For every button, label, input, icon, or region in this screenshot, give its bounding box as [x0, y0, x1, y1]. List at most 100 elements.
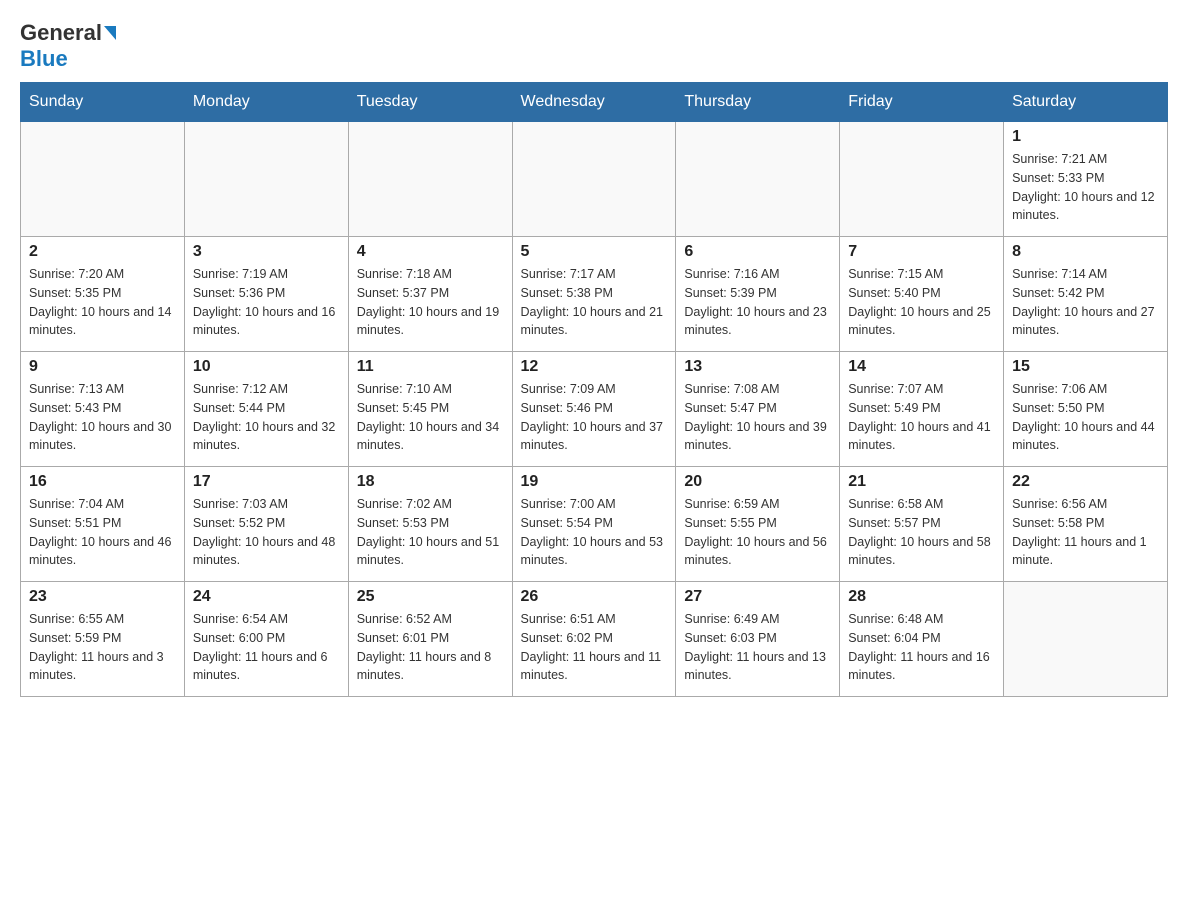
calendar-cell: 4 Sunrise: 7:18 AMSunset: 5:37 PMDaylight… [348, 237, 512, 352]
week-row-2: 2 Sunrise: 7:20 AMSunset: 5:35 PMDaylight… [21, 237, 1168, 352]
day-info: Sunrise: 7:04 AMSunset: 5:51 PMDaylight:… [29, 495, 176, 570]
day-number: 27 [684, 588, 831, 606]
calendar-header-row: SundayMondayTuesdayWednesdayThursdayFrid… [21, 83, 1168, 122]
column-header-friday: Friday [840, 83, 1004, 122]
logo-general: General [20, 20, 102, 46]
calendar-cell: 13Sunrise: 7:08 AMSunset: 5:47 PMDayligh… [676, 352, 840, 467]
calendar-cell: 24 Sunrise: 6:54 AMSunset: 6:00 PMDayligh… [184, 582, 348, 697]
calendar-cell: 21 Sunrise: 6:58 AMSunset: 5:57 PMDayligh… [840, 467, 1004, 582]
day-info: Sunrise: 7:15 AMSunset: 5:40 PMDaylight:… [848, 265, 995, 340]
day-number: 20 [684, 473, 831, 491]
calendar-cell: 2 Sunrise: 7:20 AMSunset: 5:35 PMDaylight… [21, 237, 185, 352]
calendar-cell: 25 Sunrise: 6:52 AMSunset: 6:01 PMDayligh… [348, 582, 512, 697]
day-number: 1 [1012, 128, 1159, 146]
calendar-cell: 11 Sunrise: 7:10 AMSunset: 5:45 PMDayligh… [348, 352, 512, 467]
day-number: 7 [848, 243, 995, 261]
day-info: Sunrise: 7:06 AMSunset: 5:50 PMDaylight:… [1012, 380, 1159, 455]
day-info: Sunrise: 7:20 AMSunset: 5:35 PMDaylight:… [29, 265, 176, 340]
day-info: Sunrise: 7:00 AMSunset: 5:54 PMDaylight:… [521, 495, 668, 570]
day-number: 15 [1012, 358, 1159, 376]
calendar-table: SundayMondayTuesdayWednesdayThursdayFrid… [20, 82, 1168, 697]
column-header-monday: Monday [184, 83, 348, 122]
day-info: Sunrise: 6:48 AMSunset: 6:04 PMDaylight:… [848, 610, 995, 685]
calendar-cell [184, 122, 348, 237]
day-info: Sunrise: 7:19 AMSunset: 5:36 PMDaylight:… [193, 265, 340, 340]
logo-arrow-icon [104, 26, 116, 40]
day-number: 28 [848, 588, 995, 606]
calendar-cell: 28 Sunrise: 6:48 AMSunset: 6:04 PMDayligh… [840, 582, 1004, 697]
week-row-5: 23 Sunrise: 6:55 AMSunset: 5:59 PMDayligh… [21, 582, 1168, 697]
calendar-cell: 27Sunrise: 6:49 AMSunset: 6:03 PMDayligh… [676, 582, 840, 697]
day-number: 23 [29, 588, 176, 606]
week-row-3: 9 Sunrise: 7:13 AMSunset: 5:43 PMDaylight… [21, 352, 1168, 467]
day-number: 9 [29, 358, 176, 376]
day-info: Sunrise: 7:02 AMSunset: 5:53 PMDaylight:… [357, 495, 504, 570]
day-info: Sunrise: 7:21 AMSunset: 5:33 PMDaylight:… [1012, 150, 1159, 225]
day-number: 21 [848, 473, 995, 491]
calendar-cell: 18Sunrise: 7:02 AMSunset: 5:53 PMDayligh… [348, 467, 512, 582]
day-number: 5 [521, 243, 668, 261]
calendar-cell [348, 122, 512, 237]
day-number: 3 [193, 243, 340, 261]
day-number: 2 [29, 243, 176, 261]
day-number: 8 [1012, 243, 1159, 261]
logo: General Blue [20, 20, 116, 72]
calendar-cell [1004, 582, 1168, 697]
calendar-cell: 3 Sunrise: 7:19 AMSunset: 5:36 PMDaylight… [184, 237, 348, 352]
day-number: 14 [848, 358, 995, 376]
day-number: 10 [193, 358, 340, 376]
calendar-cell [21, 122, 185, 237]
day-number: 12 [521, 358, 668, 376]
calendar-cell: 8Sunrise: 7:14 AMSunset: 5:42 PMDaylight… [1004, 237, 1168, 352]
calendar-cell: 20 Sunrise: 6:59 AMSunset: 5:55 PMDayligh… [676, 467, 840, 582]
page-header: General Blue [20, 20, 1168, 72]
day-number: 13 [684, 358, 831, 376]
day-info: Sunrise: 6:59 AMSunset: 5:55 PMDaylight:… [684, 495, 831, 570]
day-info: Sunrise: 7:18 AMSunset: 5:37 PMDaylight:… [357, 265, 504, 340]
column-header-thursday: Thursday [676, 83, 840, 122]
calendar-cell: 9 Sunrise: 7:13 AMSunset: 5:43 PMDaylight… [21, 352, 185, 467]
day-number: 26 [521, 588, 668, 606]
day-number: 24 [193, 588, 340, 606]
calendar-cell: 12Sunrise: 7:09 AMSunset: 5:46 PMDayligh… [512, 352, 676, 467]
calendar-cell: 17Sunrise: 7:03 AMSunset: 5:52 PMDayligh… [184, 467, 348, 582]
day-number: 11 [357, 358, 504, 376]
day-info: Sunrise: 6:51 AMSunset: 6:02 PMDaylight:… [521, 610, 668, 685]
day-number: 22 [1012, 473, 1159, 491]
calendar-cell [512, 122, 676, 237]
calendar-cell [676, 122, 840, 237]
day-info: Sunrise: 7:07 AMSunset: 5:49 PMDaylight:… [848, 380, 995, 455]
day-info: Sunrise: 6:58 AMSunset: 5:57 PMDaylight:… [848, 495, 995, 570]
day-info: Sunrise: 6:52 AMSunset: 6:01 PMDaylight:… [357, 610, 504, 685]
day-number: 19 [521, 473, 668, 491]
logo-blue: Blue [20, 46, 68, 72]
day-number: 25 [357, 588, 504, 606]
calendar-cell: 16Sunrise: 7:04 AMSunset: 5:51 PMDayligh… [21, 467, 185, 582]
column-header-saturday: Saturday [1004, 83, 1168, 122]
calendar-cell: 1 Sunrise: 7:21 AMSunset: 5:33 PMDaylight… [1004, 122, 1168, 237]
calendar-cell: 19 Sunrise: 7:00 AMSunset: 5:54 PMDayligh… [512, 467, 676, 582]
week-row-4: 16Sunrise: 7:04 AMSunset: 5:51 PMDayligh… [21, 467, 1168, 582]
week-row-1: 1 Sunrise: 7:21 AMSunset: 5:33 PMDaylight… [21, 122, 1168, 237]
day-info: Sunrise: 6:54 AMSunset: 6:00 PMDaylight:… [193, 610, 340, 685]
day-info: Sunrise: 7:17 AMSunset: 5:38 PMDaylight:… [521, 265, 668, 340]
calendar-cell: 5 Sunrise: 7:17 AMSunset: 5:38 PMDaylight… [512, 237, 676, 352]
day-number: 17 [193, 473, 340, 491]
day-info: Sunrise: 6:55 AMSunset: 5:59 PMDaylight:… [29, 610, 176, 685]
calendar-cell: 22 Sunrise: 6:56 AMSunset: 5:58 PMDayligh… [1004, 467, 1168, 582]
calendar-cell: 14 Sunrise: 7:07 AMSunset: 5:49 PMDayligh… [840, 352, 1004, 467]
day-info: Sunrise: 7:13 AMSunset: 5:43 PMDaylight:… [29, 380, 176, 455]
calendar-cell: 26 Sunrise: 6:51 AMSunset: 6:02 PMDayligh… [512, 582, 676, 697]
day-info: Sunrise: 7:16 AMSunset: 5:39 PMDaylight:… [684, 265, 831, 340]
day-info: Sunrise: 7:12 AMSunset: 5:44 PMDaylight:… [193, 380, 340, 455]
day-info: Sunrise: 7:10 AMSunset: 5:45 PMDaylight:… [357, 380, 504, 455]
day-number: 4 [357, 243, 504, 261]
column-header-tuesday: Tuesday [348, 83, 512, 122]
day-info: Sunrise: 6:56 AMSunset: 5:58 PMDaylight:… [1012, 495, 1159, 570]
column-header-sunday: Sunday [21, 83, 185, 122]
calendar-cell: 6 Sunrise: 7:16 AMSunset: 5:39 PMDaylight… [676, 237, 840, 352]
column-header-wednesday: Wednesday [512, 83, 676, 122]
calendar-cell: 15 Sunrise: 7:06 AMSunset: 5:50 PMDayligh… [1004, 352, 1168, 467]
calendar-cell: 7 Sunrise: 7:15 AMSunset: 5:40 PMDaylight… [840, 237, 1004, 352]
day-number: 6 [684, 243, 831, 261]
